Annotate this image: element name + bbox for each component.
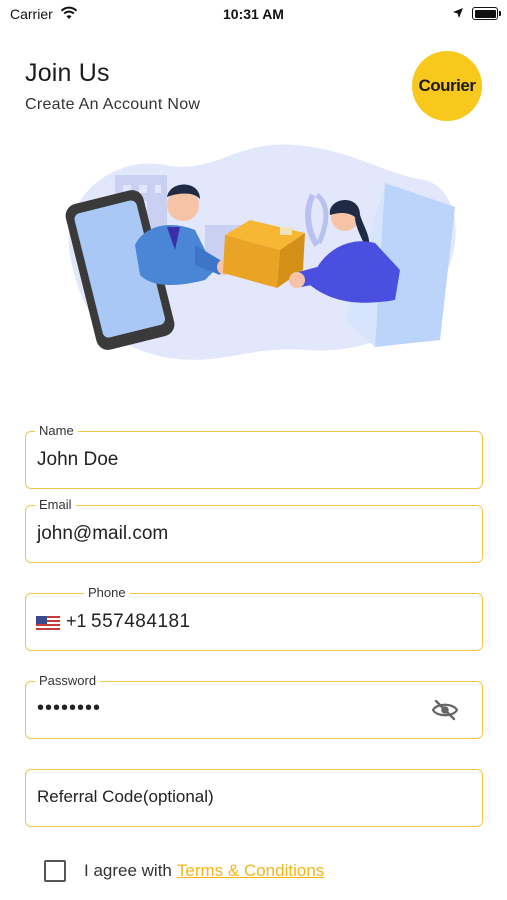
email-field[interactable]: Email john@mail.com	[25, 497, 483, 563]
us-flag-icon[interactable]	[36, 616, 60, 630]
page-title: Join Us	[25, 59, 110, 87]
email-input[interactable]: john@mail.com	[37, 523, 168, 545]
name-field[interactable]: Name John Doe	[25, 423, 483, 489]
status-bar: Carrier 10:31 AM	[0, 0, 507, 28]
logo-text: Courier	[418, 76, 476, 95]
name-label: Name	[35, 423, 78, 438]
battery-icon	[472, 7, 501, 20]
terms-agreement: I agree with Terms & Conditions	[44, 860, 324, 882]
email-label: Email	[35, 497, 76, 512]
phone-field[interactable]: Phone +1 557484181	[25, 585, 483, 651]
referral-code-input[interactable]: Referral Code(optional)	[37, 787, 214, 807]
referral-code-field[interactable]: Referral Code(optional)	[25, 769, 483, 827]
location-arrow-icon	[453, 8, 463, 18]
name-input[interactable]: John Doe	[37, 449, 118, 471]
page-subtitle: Create An Account Now	[25, 96, 201, 113]
eye-off-icon[interactable]	[432, 699, 458, 721]
clock: 10:31 AM	[223, 6, 284, 22]
password-field[interactable]: Password ••••••••	[25, 673, 483, 739]
password-input[interactable]: ••••••••	[37, 697, 101, 720]
courier-logo: Courier	[412, 51, 482, 121]
terms-link[interactable]: Terms & Conditions	[177, 861, 324, 881]
password-label: Password	[35, 673, 101, 688]
phone-label: Phone	[84, 585, 130, 600]
country-code[interactable]: +1	[66, 611, 87, 632]
phone-input[interactable]: 557484181	[91, 611, 191, 633]
delivery-illustration	[65, 144, 456, 360]
terms-checkbox[interactable]	[44, 860, 66, 882]
agree-text: I agree with	[84, 861, 172, 880]
